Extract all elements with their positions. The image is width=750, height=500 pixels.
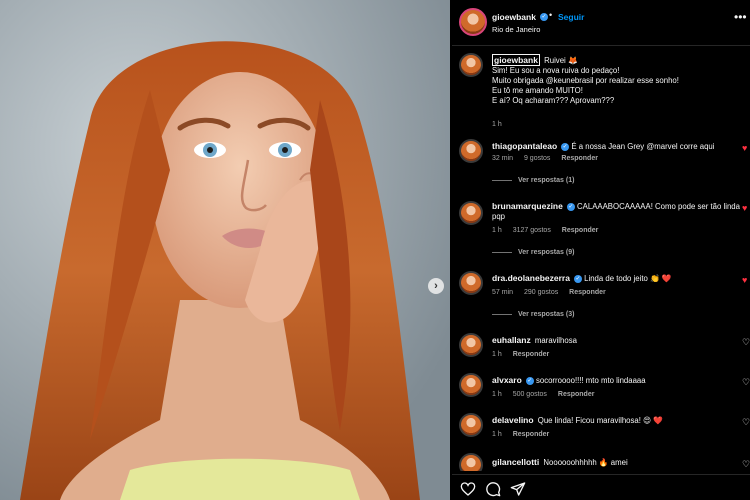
next-photo-button[interactable]: › [428, 278, 444, 294]
separator-dot: • [549, 10, 553, 20]
comments-list[interactable]: gioewbank Ruivei 🦊 Sim! Eu sou a nova ru… [452, 47, 750, 471]
caption-username[interactable]: gioewbank [492, 54, 540, 66]
reply-button[interactable]: Responder [561, 155, 598, 162]
comment-text: alvxaro ✓ socorroooo!!!! mto mto lindaaaa [492, 375, 740, 386]
verified-badge-icon: ✓ [573, 274, 582, 283]
post-photo[interactable]: › [0, 0, 450, 500]
heart-icon[interactable]: ♡ [742, 417, 750, 428]
heart-icon[interactable]: ♥ [742, 143, 747, 153]
comment-avatar[interactable] [459, 373, 483, 397]
post-side-panel: gioewbank ✓ • Seguir Rio de Janeiro ••• … [452, 0, 750, 500]
comment-body: É a nossa Jean Grey @marvel corre aqui [571, 142, 715, 151]
post-header: gioewbank ✓ • Seguir Rio de Janeiro ••• [452, 0, 750, 46]
comment-meta: 1 h 3127 gostos Responder [492, 227, 607, 234]
comment-likes[interactable]: 9 gostos [524, 155, 550, 162]
heart-icon[interactable]: ♡ [742, 377, 750, 388]
comment-username[interactable]: dra.deolanebezerra [492, 273, 570, 283]
follow-button[interactable]: Seguir [558, 12, 584, 22]
comment-text: gilancellotti Noooooohhhhh 🔥 amei [492, 457, 740, 468]
comment-username[interactable]: delavelino [492, 415, 534, 425]
caption-avatar[interactable] [459, 53, 483, 77]
caption-line: Muito obrigada @keunebrasil por realizar… [492, 76, 679, 85]
portrait-image [0, 0, 450, 500]
chevron-right-icon: › [434, 279, 438, 292]
caption-meta: 1 h [492, 121, 511, 128]
comment-body: Que linda! Ficou maravilhosa! 😍 ❤️ [537, 416, 664, 425]
comment-text: thiagopantaleao ✓ É a nossa Jean Grey @ma… [492, 141, 740, 152]
comment-username[interactable]: gilancellotti [492, 457, 539, 467]
heart-icon[interactable]: ♥ [742, 203, 747, 213]
comment-time: 1 h [492, 431, 502, 438]
comment-username[interactable]: euhallanz [492, 335, 531, 345]
comment-icon[interactable] [485, 481, 501, 497]
verified-badge-icon: ✓ [525, 376, 534, 385]
comment-body: Linda de todo jeito 👏 ❤️ [584, 274, 672, 283]
caption-line: Sim! Eu sou a nova ruiva do pedaço! [492, 66, 620, 75]
reply-button[interactable]: Responder [558, 391, 595, 398]
view-replies-button[interactable]: Ver respostas (1) [492, 177, 574, 184]
author-avatar[interactable] [459, 8, 487, 36]
caption-time: 1 h [492, 121, 502, 128]
view-replies-button[interactable]: Ver respostas (9) [492, 249, 574, 256]
verified-badge-icon: ✓ [561, 142, 570, 151]
caption-line: Ruivei 🦊 [544, 56, 578, 65]
comment-likes[interactable]: 3127 gostos [513, 227, 551, 234]
comment-avatar[interactable] [459, 139, 483, 163]
comment-avatar[interactable] [459, 333, 483, 357]
share-icon[interactable] [510, 481, 526, 497]
comment-username[interactable]: thiagopantaleao [492, 141, 557, 151]
comment-likes[interactable]: 500 gostos [513, 391, 547, 398]
comment-username[interactable]: brunamarquezine [492, 201, 563, 211]
reply-button[interactable]: Responder [513, 351, 550, 358]
comment-time: 32 min [492, 155, 514, 162]
comment-text: euhallanz maravilhosa [492, 335, 740, 346]
comment-body: socorroooo!!!! mto mto lindaaaa [535, 376, 646, 385]
heart-icon[interactable]: ♡ [742, 337, 750, 348]
comment-body: Noooooohhhhh 🔥 amei [543, 458, 628, 467]
comment-avatar[interactable] [459, 271, 483, 295]
comment-meta: 1 h 500 gostos Responder [492, 391, 603, 398]
comment-time: 1 h [492, 391, 502, 398]
comment-time: 57 min [492, 289, 514, 296]
heart-icon[interactable]: ♥ [742, 275, 747, 285]
comment-avatar[interactable] [459, 201, 483, 225]
verified-badge-icon: ✓ [566, 202, 575, 211]
caption-line: Eu tô me amando MUITO! [492, 86, 583, 95]
comment-avatar[interactable] [459, 453, 483, 471]
comment-body: maravilhosa [534, 336, 577, 345]
post-actions [452, 474, 750, 500]
comment-username[interactable]: alvxaro [492, 375, 522, 385]
caption-text: gioewbank Ruivei 🦊 Sim! Eu sou a nova ru… [492, 54, 740, 106]
comment-avatar[interactable] [459, 413, 483, 437]
reply-button[interactable]: Responder [569, 289, 606, 296]
comment-text: dra.deolanebezerra ✓ Linda de todo jeito … [492, 273, 740, 284]
comment-text: delavelino Que linda! Ficou maravilhosa!… [492, 415, 740, 426]
reply-button[interactable]: Responder [513, 431, 550, 438]
heart-icon[interactable] [460, 481, 476, 497]
author-username[interactable]: gioewbank [492, 12, 536, 22]
reply-button[interactable]: Responder [562, 227, 599, 234]
comment-text: brunamarquezine ✓ CALAAABOCAAAAA! Como po… [492, 201, 740, 222]
more-options-icon[interactable]: ••• [734, 10, 747, 24]
heart-icon[interactable]: ♡ [742, 459, 750, 470]
comment-meta: 1 h Responder [492, 431, 558, 438]
verified-badge-icon: ✓ [540, 13, 548, 21]
comment-likes[interactable]: 290 gostos [524, 289, 558, 296]
comment-time: 1 h [492, 351, 502, 358]
caption-line: E aí? Oq acharam??? Aprovam??? [492, 96, 615, 105]
post-location[interactable]: Rio de Janeiro [492, 25, 540, 34]
comment-time: 1 h [492, 227, 502, 234]
comment-meta: 57 min 290 gostos Responder [492, 289, 615, 296]
view-replies-button[interactable]: Ver respostas (3) [492, 311, 574, 318]
comment-meta: 1 h Responder [492, 351, 558, 358]
comment-meta: 32 min 9 gostos Responder [492, 155, 607, 162]
